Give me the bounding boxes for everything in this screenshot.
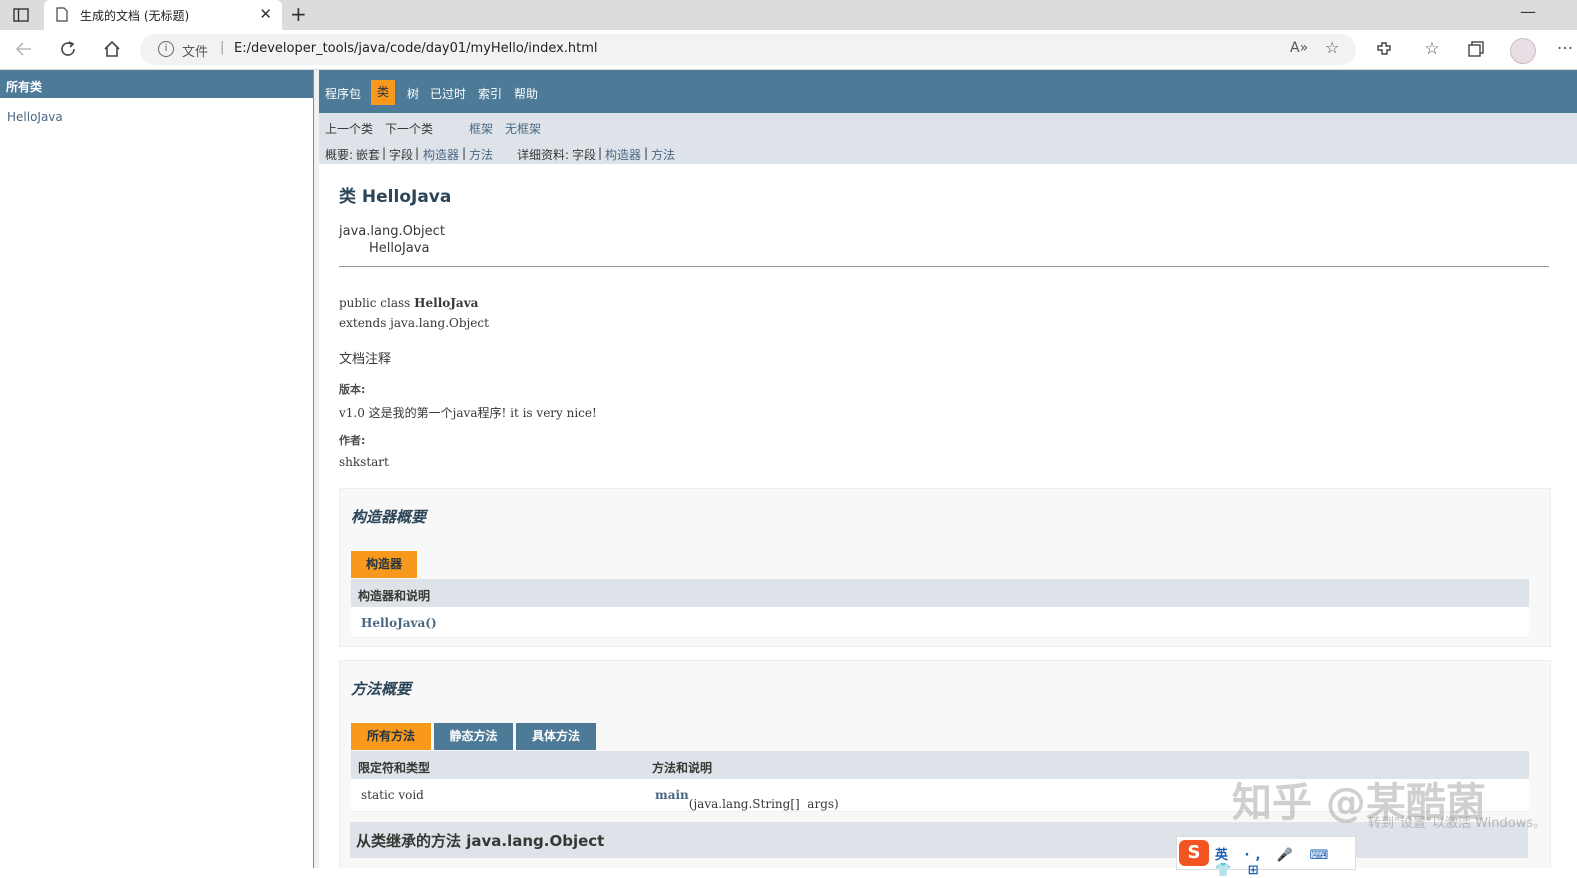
- col-method-desc: 方法和说明: [652, 761, 713, 775]
- declaration-prefix: public class: [339, 296, 415, 310]
- new-tab-button[interactable]: +: [290, 2, 307, 26]
- prev-class: 上一个类: [325, 122, 374, 136]
- document-icon: [56, 7, 68, 25]
- summary-field: 字段: [389, 148, 414, 162]
- class-extends: extends java.lang.Object: [339, 316, 489, 330]
- ime-toolbar-items[interactable]: 英 ·, 🎤 ⌨ 👕 ⊞: [1215, 844, 1355, 878]
- summary-method-link[interactable]: 方法: [469, 146, 493, 163]
- no-frames-link[interactable]: 无框架: [505, 120, 541, 137]
- detail-field: 字段: [572, 148, 597, 162]
- address-separator: |: [220, 40, 225, 55]
- summary-pipe-2: |: [415, 146, 420, 160]
- address-file-label: 文件: [182, 45, 209, 60]
- minimize-button[interactable]: —: [1520, 2, 1536, 21]
- sub-navbar: 上一个类 下一个类 框架 无框架 概要: 嵌套 | 字段 | 构造器 | 方法 …: [319, 113, 1577, 164]
- windows-activate-notice: 转到"设置"以激活 Windows。: [1368, 816, 1547, 831]
- divider-line: [339, 266, 1549, 267]
- version-value: v1.0 这是我的第一个java程序! it is very nice!: [339, 406, 597, 420]
- method-params: (java.lang.String[] args): [688, 797, 839, 811]
- tab-constructors[interactable]: 构造器: [351, 551, 417, 578]
- more-icon[interactable]: ···: [1553, 38, 1577, 60]
- favorites-icon[interactable]: ☆: [1420, 38, 1444, 60]
- constructor-summary: 构造器概要 构造器 构造器和说明 HelloJava(): [339, 488, 1551, 647]
- address-bar[interactable]: i 文件 | E:/developer_tools/java/code/day0…: [140, 34, 1356, 65]
- summary-ctor-link[interactable]: 构造器: [423, 146, 459, 163]
- method-summary-title: 方法概要: [351, 680, 412, 698]
- nav-package[interactable]: 程序包: [325, 85, 361, 102]
- info-icon[interactable]: i: [158, 41, 174, 57]
- inheritance-root: java.lang.Object: [339, 224, 445, 239]
- sogou-logo-icon[interactable]: S: [1179, 840, 1209, 866]
- read-aloud-icon[interactable]: A»: [1290, 40, 1308, 56]
- refresh-icon[interactable]: [56, 38, 80, 60]
- class-declaration: public class HelloJava: [339, 296, 478, 310]
- home-icon[interactable]: [100, 38, 124, 60]
- col-modifier-type: 限定符和类型: [358, 761, 431, 775]
- back-icon[interactable]: [12, 38, 36, 60]
- method-modifier: static void: [361, 788, 424, 802]
- all-classes-title: 所有类: [6, 80, 43, 94]
- all-classes-frame: 所有类 HelloJava: [0, 70, 313, 868]
- author-value: shkstart: [339, 455, 389, 469]
- detail-ctor-link[interactable]: 构造器: [605, 146, 641, 163]
- doc-comment: 文档注释: [339, 352, 392, 367]
- col-constructor-desc: 构造器和说明: [358, 589, 431, 603]
- summary-pipe-3: |: [462, 146, 467, 160]
- constructor-table-header: 构造器和说明: [351, 579, 1529, 607]
- nav-help[interactable]: 帮助: [514, 85, 538, 102]
- collections-icon[interactable]: [1464, 38, 1488, 60]
- class-link-hellojava[interactable]: HelloJava: [7, 110, 63, 124]
- class-doc-frame: 程序包 类 树 已过时 索引 帮助 上一个类 下一个类 框架 无框架 概要: 嵌…: [319, 70, 1577, 868]
- tab-all-methods[interactable]: 所有方法: [351, 723, 431, 750]
- inheritance-leaf: HelloJava: [369, 241, 430, 256]
- add-favorite-icon[interactable]: ☆: [1325, 38, 1339, 57]
- constructor-summary-title: 构造器概要: [351, 508, 427, 526]
- tab-static-methods[interactable]: 静态方法: [434, 723, 513, 750]
- detail-label: 详细资料:: [517, 148, 570, 162]
- detail-pipe-2: |: [644, 146, 649, 160]
- browser-toolbar: i 文件 | E:/developer_tools/java/code/day0…: [0, 30, 1577, 70]
- inherited-methods-title: 从类继承的方法 java.lang.Object: [356, 832, 605, 850]
- ime-toolbar[interactable]: S 英 ·, 🎤 ⌨ 👕 ⊞: [1176, 836, 1356, 878]
- tab-actions-icon[interactable]: [8, 4, 34, 26]
- nav-index[interactable]: 索引: [478, 85, 502, 102]
- nav-deprecated[interactable]: 已过时: [430, 85, 466, 102]
- url-text[interactable]: E:/developer_tools/java/code/day01/myHel…: [234, 41, 598, 56]
- method-signature: main (java.lang.String[] args): [655, 788, 839, 811]
- top-navbar: 程序包 类 树 已过时 索引 帮助: [319, 70, 1577, 113]
- extensions-icon[interactable]: [1372, 38, 1396, 60]
- class-title: 类 HelloJava: [339, 187, 452, 207]
- nav-class[interactable]: 类: [371, 80, 395, 105]
- constructor-link[interactable]: HelloJava(): [361, 616, 437, 630]
- tab-concrete-methods[interactable]: 具体方法: [516, 723, 596, 750]
- author-label: 作者:: [339, 434, 366, 447]
- summary-nested: 嵌套: [356, 148, 381, 162]
- profile-avatar[interactable]: [1510, 38, 1536, 64]
- all-classes-header: 所有类: [0, 70, 313, 98]
- browser-tab[interactable]: 生成的文档 (无标题) ✕: [44, 0, 282, 30]
- tab-title: 生成的文档 (无标题): [80, 9, 190, 23]
- browser-tab-bar: 生成的文档 (无标题) ✕ + —: [0, 0, 1577, 30]
- table-row: HelloJava(): [351, 607, 1529, 638]
- detail-pipe-1: |: [598, 146, 603, 160]
- summary-pipe-1: |: [382, 146, 387, 160]
- close-tab-icon[interactable]: ✕: [259, 5, 272, 23]
- summary-label: 概要:: [325, 148, 354, 162]
- detail-method-link[interactable]: 方法: [651, 146, 675, 163]
- version-label: 版本:: [339, 383, 366, 396]
- frames-link[interactable]: 框架: [469, 120, 493, 137]
- next-class: 下一个类: [385, 122, 434, 136]
- declaration-class-name: HelloJava: [414, 296, 479, 310]
- nav-tree[interactable]: 树: [407, 85, 419, 102]
- method-link-main[interactable]: main: [655, 788, 689, 802]
